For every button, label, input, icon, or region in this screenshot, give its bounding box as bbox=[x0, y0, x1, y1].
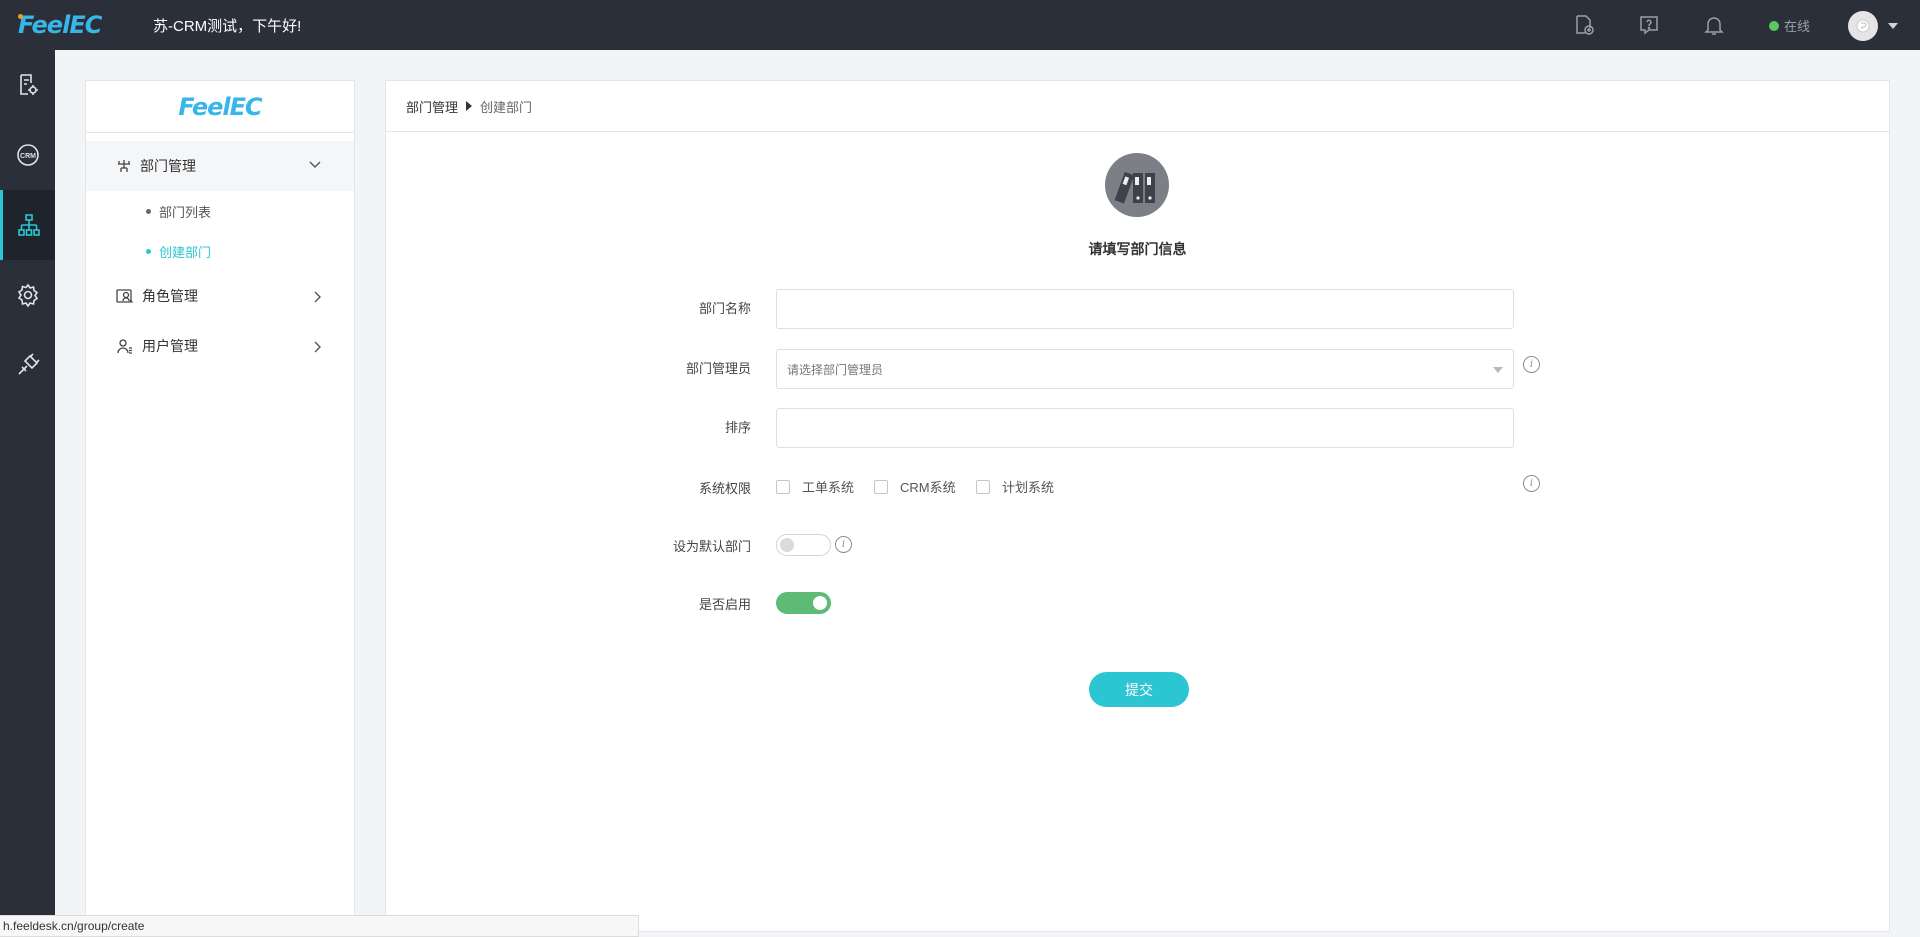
chevron-down-icon bbox=[309, 161, 321, 168]
online-status[interactable]: 在线 bbox=[1769, 16, 1810, 35]
department-name-label: 部门名称 bbox=[698, 301, 751, 316]
rail-item-crm[interactable]: CRM bbox=[0, 120, 55, 190]
breadcrumb-separator-icon bbox=[466, 101, 473, 111]
department-name-input[interactable] bbox=[776, 289, 1514, 329]
toggle-knob bbox=[780, 538, 794, 552]
bullet-icon bbox=[146, 208, 151, 214]
default-department-label: 设为默认部门 bbox=[672, 539, 751, 554]
chevron-down-icon bbox=[1888, 23, 1898, 29]
bullet-icon bbox=[146, 248, 151, 254]
org-chart-icon bbox=[18, 214, 40, 236]
manager-info-icon[interactable]: i bbox=[1523, 356, 1540, 373]
sidebar-item-user-management[interactable]: 用户管理 bbox=[86, 321, 354, 371]
rail-item-settings[interactable] bbox=[0, 260, 55, 330]
chevron-right-icon bbox=[314, 291, 321, 303]
chevron-right-icon bbox=[314, 341, 321, 353]
sidebar-item-department-management[interactable]: 部门管理 bbox=[86, 141, 354, 191]
permission-crm-label: CRM系统 bbox=[900, 480, 956, 495]
sidebar-subitem-create-department[interactable]: 创建部门 bbox=[86, 231, 354, 271]
new-doc-icon[interactable] bbox=[1571, 12, 1597, 38]
logo-dot bbox=[18, 14, 23, 19]
dropdown-arrow-icon bbox=[1493, 367, 1503, 373]
report-settings-icon bbox=[19, 74, 38, 95]
checkbox-box[interactable] bbox=[976, 479, 990, 494]
default-department-toggle[interactable] bbox=[776, 534, 831, 556]
permission-plan-label: 计划系统 bbox=[1002, 480, 1055, 495]
form-title: 请填写部门信息 bbox=[1088, 241, 1187, 257]
bell-icon[interactable] bbox=[1701, 12, 1727, 38]
permission-plan-checkbox[interactable]: 计划系统 bbox=[976, 477, 1054, 496]
left-rail: CRM bbox=[0, 50, 55, 937]
toggle-knob bbox=[813, 596, 827, 610]
permission-crm-checkbox[interactable]: CRM系统 bbox=[874, 477, 956, 496]
department-manager-select[interactable]: 请选择部门管理员 bbox=[776, 349, 1514, 389]
permission-info-icon[interactable]: i bbox=[1523, 475, 1540, 492]
sidebar-panel: FeelEC 部门管理 部门列表 创建部门 角色管理 用户管理 bbox=[85, 80, 355, 920]
permission-ticket-checkbox[interactable]: 工单系统 bbox=[776, 477, 854, 496]
rail-item-reports[interactable] bbox=[0, 50, 55, 120]
breadcrumb: 部门管理 创建部门 bbox=[386, 81, 1889, 132]
sort-input[interactable] bbox=[776, 408, 1514, 448]
rail-item-plugins[interactable] bbox=[0, 330, 55, 400]
enabled-toggle[interactable] bbox=[776, 592, 831, 614]
sidebar-item-label: 部门管理 bbox=[140, 158, 196, 174]
crm-icon: CRM bbox=[16, 144, 39, 166]
greeting-text: 苏-CRM测试，下午好! bbox=[153, 18, 302, 35]
permission-ticket-label: 工单系统 bbox=[802, 480, 855, 495]
binders-icon bbox=[1105, 153, 1169, 217]
plugin-icon bbox=[17, 353, 40, 375]
status-url: h.feeldesk.cn/group/create bbox=[0, 915, 639, 937]
avatar bbox=[1848, 11, 1878, 41]
top-bar: FeelEC 苏-CRM测试，下午好! 在线 bbox=[0, 0, 1920, 50]
user-icon bbox=[117, 339, 132, 354]
svg-text:CRM: CRM bbox=[20, 153, 36, 160]
online-dot-icon bbox=[1769, 20, 1779, 31]
sidebar-item-label: 用户管理 bbox=[142, 338, 198, 354]
department-manager-placeholder: 请选择部门管理员 bbox=[787, 362, 884, 377]
department-manager-label: 部门管理员 bbox=[685, 361, 751, 376]
checkbox-box[interactable] bbox=[776, 479, 790, 494]
main-panel: 部门管理 创建部门 请填写部门信息 部门名称 部门管理员 请选择部门管理员 i … bbox=[385, 80, 1890, 932]
sidebar-subitem-label: 创建部门 bbox=[159, 244, 212, 260]
rail-item-org[interactable] bbox=[0, 190, 55, 260]
system-permission-label: 系统权限 bbox=[698, 481, 751, 496]
sidebar-logo: FeelEC bbox=[86, 81, 354, 133]
user-menu[interactable] bbox=[1848, 11, 1898, 41]
help-icon[interactable] bbox=[1636, 12, 1662, 38]
sidebar-item-label: 角色管理 bbox=[142, 288, 198, 304]
default-info-icon[interactable]: i bbox=[835, 536, 852, 553]
department-icon bbox=[118, 160, 130, 172]
breadcrumb-current: 创建部门 bbox=[480, 99, 533, 115]
sidebar-item-role-management[interactable]: 角色管理 bbox=[86, 271, 354, 321]
online-status-label: 在线 bbox=[1784, 19, 1811, 34]
enabled-label: 是否启用 bbox=[698, 597, 751, 612]
sidebar-logo-text: FeelEC bbox=[178, 92, 262, 121]
app-logo-text: FeelEC bbox=[18, 11, 102, 39]
gear-icon bbox=[17, 283, 38, 308]
sidebar-subitem-department-list[interactable]: 部门列表 bbox=[86, 191, 354, 231]
checkbox-box[interactable] bbox=[874, 479, 888, 494]
role-icon bbox=[116, 289, 133, 303]
breadcrumb-root[interactable]: 部门管理 bbox=[406, 97, 458, 116]
app-logo[interactable]: FeelEC bbox=[18, 10, 102, 40]
submit-button[interactable]: 提交 bbox=[1089, 672, 1189, 707]
sidebar-subitem-label: 部门列表 bbox=[159, 204, 212, 220]
sort-label: 排序 bbox=[724, 420, 751, 435]
